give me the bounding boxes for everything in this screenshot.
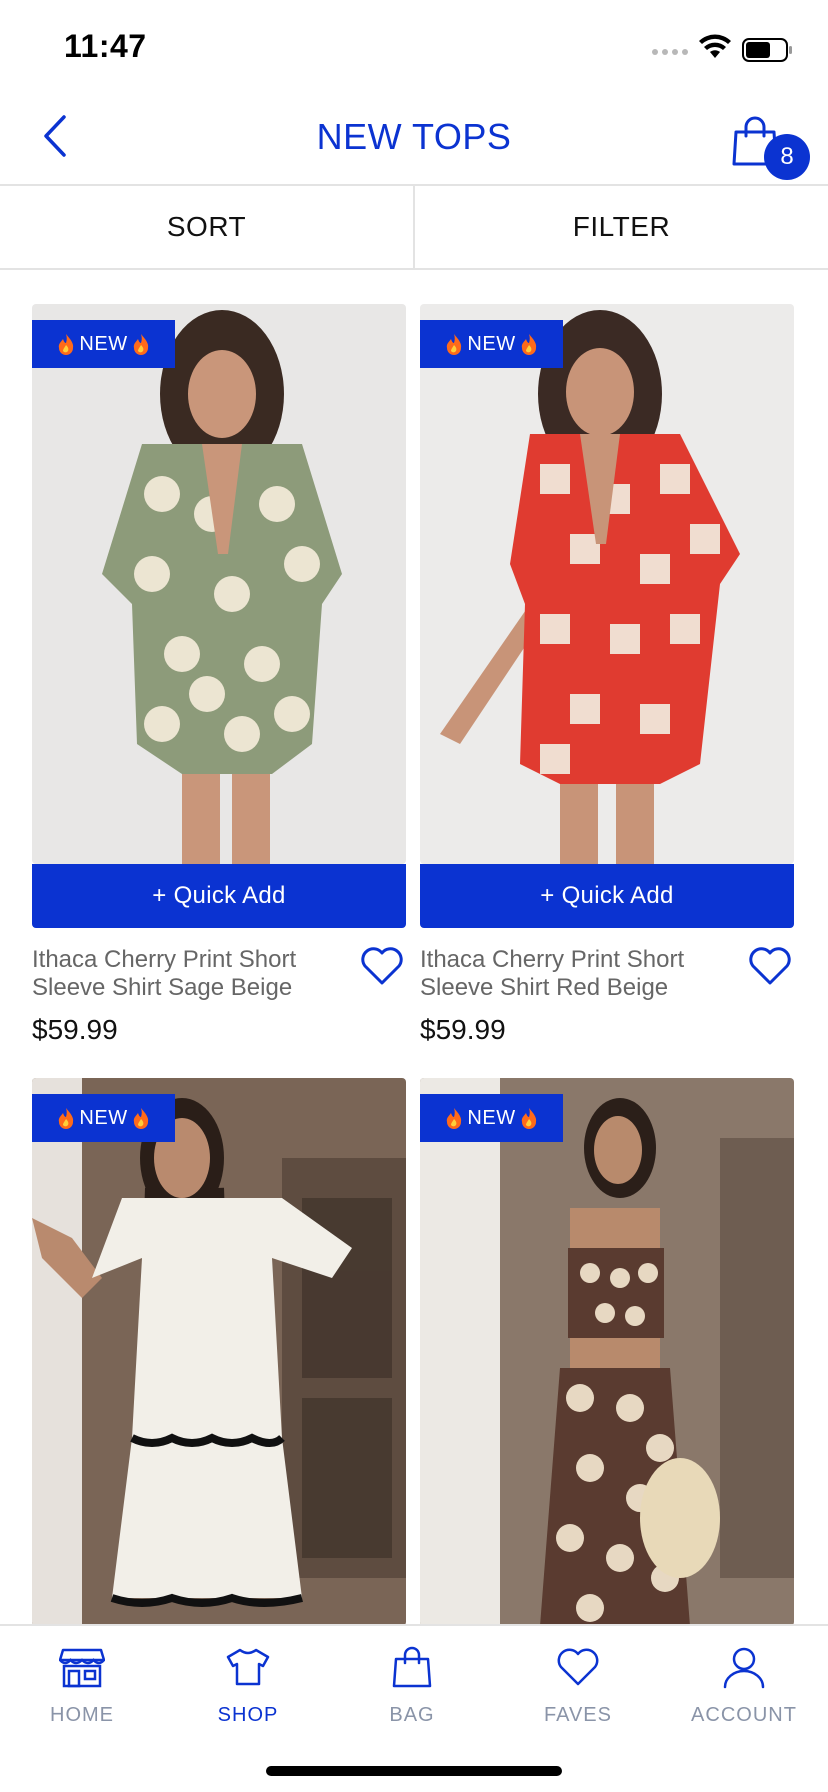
tab-label: ACCOUNT [691,1704,797,1726]
heart-icon [361,947,403,985]
tab-bag[interactable]: BAG [332,1642,492,1742]
flame-icon [521,334,536,355]
flame-icon [133,1108,148,1129]
tab-home[interactable]: HOME [2,1642,162,1742]
cellular-signal-icon [652,49,688,55]
flame-icon [447,334,462,355]
quick-add-button[interactable]: + Quick Add [32,864,406,928]
sort-button[interactable]: SORT [0,186,413,268]
heart-icon [749,947,791,985]
new-badge-label: NEW [79,1106,128,1129]
quick-add-button[interactable]: + Quick Add [420,864,794,928]
tab-label: FAVES [544,1704,612,1726]
product-image[interactable]: NEW [420,304,794,864]
flame-icon [447,1108,462,1129]
product-name[interactable]: Ithaca Cherry Print Short Sleeve Shirt R… [420,946,720,1002]
storefront-icon [57,1642,107,1692]
product-price: $59.99 [420,1014,506,1045]
new-badge-label: NEW [467,1106,516,1129]
flame-icon [521,1108,536,1129]
filter-button[interactable]: FILTER [413,186,828,268]
flame-icon [59,334,74,355]
tab-label: BAG [389,1704,435,1726]
new-badge-label: NEW [79,332,128,355]
product-name[interactable]: Ithaca Cherry Print Short Sleeve Shirt S… [32,946,332,1002]
new-badge: NEW [32,1094,175,1142]
favorite-button[interactable] [360,946,404,990]
status-bar: 11:47 [0,0,828,90]
product-image[interactable]: NEW [32,1078,406,1626]
new-badge: NEW [32,320,175,368]
favorite-button[interactable] [748,946,792,990]
tab-shop[interactable]: SHOP [168,1642,328,1742]
tab-label: SHOP [217,1704,279,1726]
bag-count-badge: 8 [764,134,810,180]
product-image[interactable]: NEW [420,1078,794,1626]
user-icon [719,1642,769,1692]
new-badge: NEW [420,320,563,368]
shopping-bag-icon [387,1642,437,1692]
tab-label: HOME [50,1704,114,1726]
tshirt-icon [223,1642,273,1692]
sort-filter-bar: SORT FILTER [0,184,828,270]
flame-icon [133,334,148,355]
status-time: 11:47 [64,28,147,64]
heart-icon [553,1642,603,1692]
wifi-icon [699,34,731,58]
home-indicator[interactable] [266,1766,562,1776]
flame-icon [59,1108,74,1129]
page-title: NEW TOPS [316,116,512,157]
product-image[interactable]: NEW [32,304,406,864]
new-badge-label: NEW [467,332,516,355]
tab-faves[interactable]: FAVES [498,1642,658,1742]
nav-header: NEW TOPS [0,90,828,184]
battery-icon [742,38,792,62]
product-price: $59.99 [32,1014,118,1045]
new-badge: NEW [420,1094,563,1142]
tab-account[interactable]: ACCOUNT [664,1642,824,1742]
